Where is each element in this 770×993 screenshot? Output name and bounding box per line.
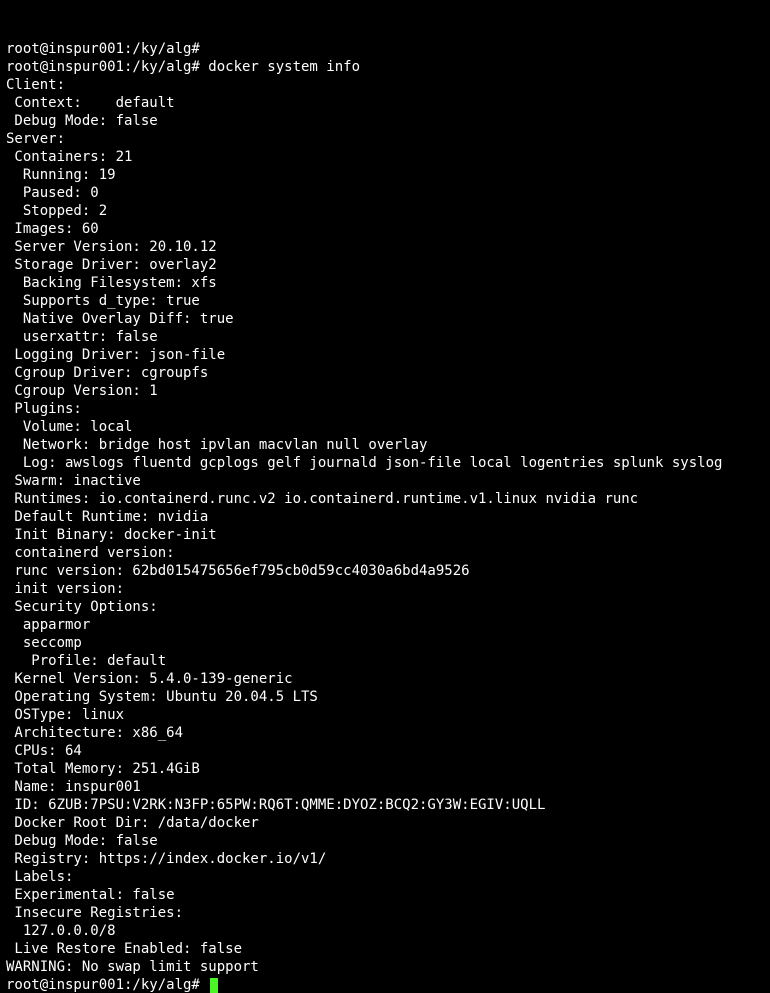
terminal-line: seccomp [6,634,764,652]
terminal-line: Swarm: inactive [6,472,764,490]
terminal-line: CPUs: 64 [6,742,764,760]
terminal-line: Running: 19 [6,166,764,184]
terminal-line: Experimental: false [6,886,764,904]
terminal-line: Architecture: x86_64 [6,724,764,742]
terminal-line: Security Options: [6,598,764,616]
terminal-prompt-line[interactable]: root@inspur001:/ky/alg# [6,976,764,993]
terminal-line: Debug Mode: false [6,112,764,130]
terminal-line: Context: default [6,94,764,112]
terminal-line: Name: inspur001 [6,778,764,796]
terminal-line: Storage Driver: overlay2 [6,256,764,274]
terminal-line: Server Version: 20.10.12 [6,238,764,256]
terminal-line: Images: 60 [6,220,764,238]
terminal-line: Insecure Registries: [6,904,764,922]
terminal-line: Operating System: Ubuntu 20.04.5 LTS [6,688,764,706]
terminal-line: Runtimes: io.containerd.runc.v2 io.conta… [6,490,764,508]
terminal-line: Logging Driver: json-file [6,346,764,364]
terminal-line: Plugins: [6,400,764,418]
terminal-line: containerd version: [6,544,764,562]
terminal-lines: root@inspur001:/ky/alg#root@inspur001:/k… [6,40,764,976]
terminal-line: Supports d_type: true [6,292,764,310]
terminal-line: Containers: 21 [6,148,764,166]
terminal-line: Registry: https://index.docker.io/v1/ [6,850,764,868]
terminal-line: Backing Filesystem: xfs [6,274,764,292]
terminal-line: Live Restore Enabled: false [6,940,764,958]
terminal-line: Client: [6,76,764,94]
terminal-line: Cgroup Version: 1 [6,382,764,400]
terminal-line: Total Memory: 251.4GiB [6,760,764,778]
terminal-line: Docker Root Dir: /data/docker [6,814,764,832]
terminal-line: 127.0.0.0/8 [6,922,764,940]
terminal-line: Init Binary: docker-init [6,526,764,544]
terminal-line: Server: [6,130,764,148]
terminal-line: OSType: linux [6,706,764,724]
terminal-line: runc version: 62bd015475656ef795cb0d59cc… [6,562,764,580]
terminal-line: apparmor [6,616,764,634]
terminal-line: Log: awslogs fluentd gcplogs gelf journa… [6,454,764,472]
terminal-line: ID: 6ZUB:7PSU:V2RK:N3FP:65PW:RQ6T:QMME:D… [6,796,764,814]
terminal-line: Default Runtime: nvidia [6,508,764,526]
terminal-line: Volume: local [6,418,764,436]
terminal-line: Labels: [6,868,764,886]
terminal-line: WARNING: No swap limit support [6,958,764,976]
terminal-line: Profile: default [6,652,764,670]
terminal-line: userxattr: false [6,328,764,346]
terminal-line: Kernel Version: 5.4.0-139-generic [6,670,764,688]
terminal-line: Debug Mode: false [6,832,764,850]
terminal-line: Native Overlay Diff: true [6,310,764,328]
cursor-block [210,978,218,993]
terminal-line: init version: [6,580,764,598]
terminal-line: root@inspur001:/ky/alg# docker system in… [6,58,764,76]
terminal-line: Paused: 0 [6,184,764,202]
terminal-line: Stopped: 2 [6,202,764,220]
terminal-line: Cgroup Driver: cgroupfs [6,364,764,382]
terminal-line: Network: bridge host ipvlan macvlan null… [6,436,764,454]
terminal-output[interactable]: root@inspur001:/ky/alg#root@inspur001:/k… [0,0,770,993]
terminal-line: root@inspur001:/ky/alg# [6,40,764,58]
prompt-text: root@inspur001:/ky/alg# [6,977,208,993]
